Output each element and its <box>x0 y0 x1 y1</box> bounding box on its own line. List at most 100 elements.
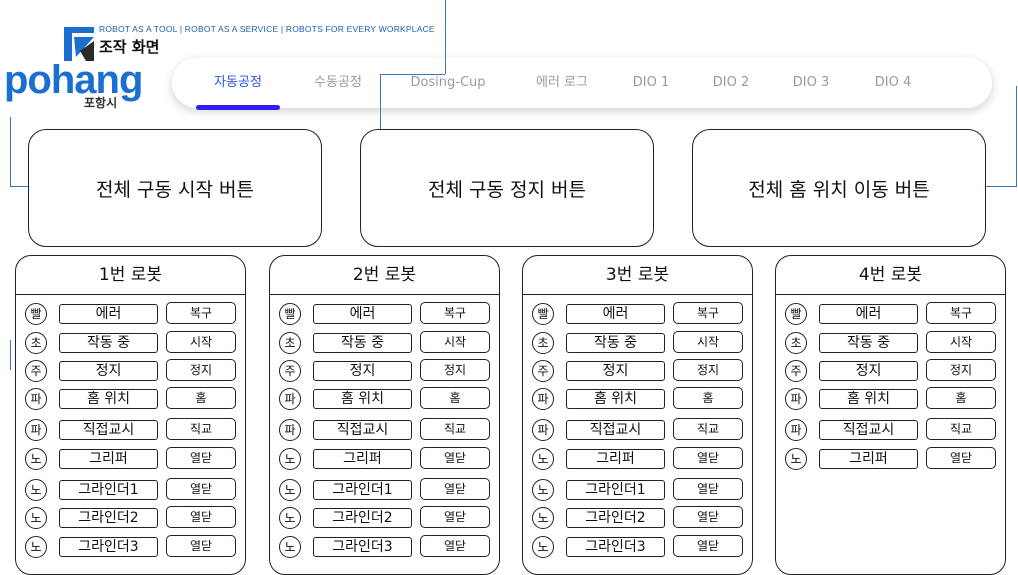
status-label: 정지 <box>59 361 158 381</box>
status-lamp-icon: 파 <box>532 419 554 441</box>
robot-status-row: 노 그라인더1 열닫 <box>270 478 499 502</box>
top-nav: 자동공정 수동공정 Dosing-Cup 에러 로그 DIO 1 DIO 2 D… <box>172 58 992 110</box>
annotation-line <box>10 340 11 370</box>
status-lamp-icon: 노 <box>532 507 554 529</box>
robot-status-row: 노 그라인더1 열닫 <box>523 478 752 502</box>
status-label: 그라인더2 <box>59 508 158 528</box>
row-action-button[interactable]: 열닫 <box>166 478 236 500</box>
row-action-button[interactable]: 시작 <box>420 331 490 353</box>
robot-panel-title: 1번 로봇 <box>98 265 163 285</box>
robot-status-row: 파 홈 위치 홈 <box>270 387 499 411</box>
row-action-button[interactable]: 시작 <box>673 331 743 353</box>
robot-status-row: 초 작동 중 시작 <box>523 331 752 355</box>
tab-error-log[interactable]: 에러 로그 <box>512 58 612 108</box>
stop-all-button[interactable]: 전체 구동 정지 버튼 <box>360 129 654 247</box>
row-action-button[interactable]: 홈 <box>420 387 490 409</box>
status-label: 그라인더3 <box>59 537 158 557</box>
status-lamp-icon: 파 <box>279 419 301 441</box>
brand-city: 포항시 <box>84 96 118 110</box>
tab-dio-3[interactable]: DIO 3 <box>778 58 844 108</box>
row-action-button[interactable]: 열닫 <box>420 506 490 528</box>
status-lamp-icon: 빨 <box>532 303 554 325</box>
status-label: 작동 중 <box>313 333 412 353</box>
status-label: 작동 중 <box>59 333 158 353</box>
robot-panel-4: 4번 로봇 빨 에러 복구 초 작동 중 시작 주 정지 정지 파 홈 위치 홈 파 직접교시 직교 노 그리퍼… <box>775 255 1006 575</box>
row-action-button[interactable]: 열닫 <box>673 535 743 557</box>
row-action-button[interactable]: 열닫 <box>420 478 490 500</box>
divider <box>523 294 752 295</box>
status-lamp-icon: 주 <box>532 360 554 382</box>
row-action-button[interactable]: 열닫 <box>166 506 236 528</box>
status-lamp-icon: 노 <box>279 479 301 501</box>
status-label: 그라인더1 <box>313 480 412 500</box>
tab-manual-process[interactable]: 수동공정 <box>288 58 388 108</box>
status-label: 그라인더3 <box>313 537 412 557</box>
row-action-button[interactable]: 열닫 <box>420 447 490 469</box>
tab-dio-1[interactable]: DIO 1 <box>618 58 684 108</box>
row-action-button[interactable]: 열닫 <box>673 506 743 528</box>
status-lamp-icon: 주 <box>25 360 47 382</box>
row-action-button[interactable]: 직교 <box>926 418 996 440</box>
status-lamp-icon: 빨 <box>785 303 807 325</box>
row-action-button[interactable]: 정지 <box>926 359 996 381</box>
status-lamp-icon: 노 <box>25 536 47 558</box>
robot-panel-title: 3번 로봇 <box>605 265 670 285</box>
row-action-button[interactable]: 직교 <box>420 418 490 440</box>
robot-status-row: 주 정지 정지 <box>523 359 752 383</box>
status-label: 직접교시 <box>566 420 665 440</box>
row-action-button[interactable]: 열닫 <box>926 447 996 469</box>
divider <box>776 294 1005 295</box>
row-action-button[interactable]: 직교 <box>673 418 743 440</box>
row-action-button[interactable]: 시작 <box>926 331 996 353</box>
status-label: 작동 중 <box>819 333 918 353</box>
robot-panel-1: 1번 로봇 빨 에러 복구 초 작동 중 시작 주 정지 정지 파 홈 위치 홈 파 직접교시 직교 노 그리퍼… <box>15 255 246 575</box>
status-label: 그라인더3 <box>566 537 665 557</box>
status-lamp-icon: 빨 <box>25 303 47 325</box>
annotation-line <box>445 0 446 74</box>
row-action-button[interactable]: 직교 <box>166 418 236 440</box>
row-action-button[interactable]: 복구 <box>166 302 236 324</box>
robot-panel-title: 2번 로봇 <box>352 265 417 285</box>
robot-status-row: 노 그라인더3 열닫 <box>270 535 499 559</box>
robot-status-row: 파 직접교시 직교 <box>270 418 499 442</box>
status-lamp-icon: 주 <box>279 360 301 382</box>
tab-auto-process[interactable]: 자동공정 <box>192 58 284 108</box>
status-label: 그리퍼 <box>819 449 918 469</box>
row-action-button[interactable]: 시작 <box>166 331 236 353</box>
status-label: 정지 <box>819 361 918 381</box>
home-all-button[interactable]: 전체 홈 위치 이동 버튼 <box>692 129 986 247</box>
robot-status-row: 파 홈 위치 홈 <box>776 387 1005 411</box>
start-all-button[interactable]: 전체 구동 시작 버튼 <box>28 129 322 247</box>
row-action-button[interactable]: 열닫 <box>673 447 743 469</box>
robot-status-row: 주 정지 정지 <box>270 359 499 383</box>
status-label: 에러 <box>313 304 412 324</box>
robot-status-row: 파 홈 위치 홈 <box>523 387 752 411</box>
row-action-button[interactable]: 복구 <box>673 302 743 324</box>
tab-dosing-cup[interactable]: Dosing-Cup <box>396 58 500 108</box>
row-action-button[interactable]: 홈 <box>926 387 996 409</box>
row-action-button[interactable]: 정지 <box>673 359 743 381</box>
tab-dio-2[interactable]: DIO 2 <box>698 58 764 108</box>
row-action-button[interactable]: 복구 <box>926 302 996 324</box>
row-action-button[interactable]: 복구 <box>420 302 490 324</box>
status-lamp-icon: 초 <box>279 332 301 354</box>
robot-status-row: 주 정지 정지 <box>16 359 245 383</box>
tab-dio-4[interactable]: DIO 4 <box>860 58 926 108</box>
robot-status-row: 초 작동 중 시작 <box>16 331 245 355</box>
row-action-button[interactable]: 열닫 <box>166 447 236 469</box>
status-label: 홈 위치 <box>313 389 412 409</box>
status-lamp-icon: 노 <box>532 536 554 558</box>
row-action-button[interactable]: 열닫 <box>166 535 236 557</box>
status-lamp-icon: 파 <box>532 388 554 410</box>
status-lamp-icon: 파 <box>25 419 47 441</box>
robot-status-row: 파 직접교시 직교 <box>16 418 245 442</box>
row-action-button[interactable]: 홈 <box>166 387 236 409</box>
row-action-button[interactable]: 열닫 <box>673 478 743 500</box>
annotation-line <box>1016 86 1017 187</box>
row-action-button[interactable]: 정지 <box>166 359 236 381</box>
row-action-button[interactable]: 열닫 <box>420 535 490 557</box>
robot-status-row: 노 그라인더1 열닫 <box>16 478 245 502</box>
row-action-button[interactable]: 홈 <box>673 387 743 409</box>
row-action-button[interactable]: 정지 <box>420 359 490 381</box>
status-lamp-icon: 파 <box>785 388 807 410</box>
